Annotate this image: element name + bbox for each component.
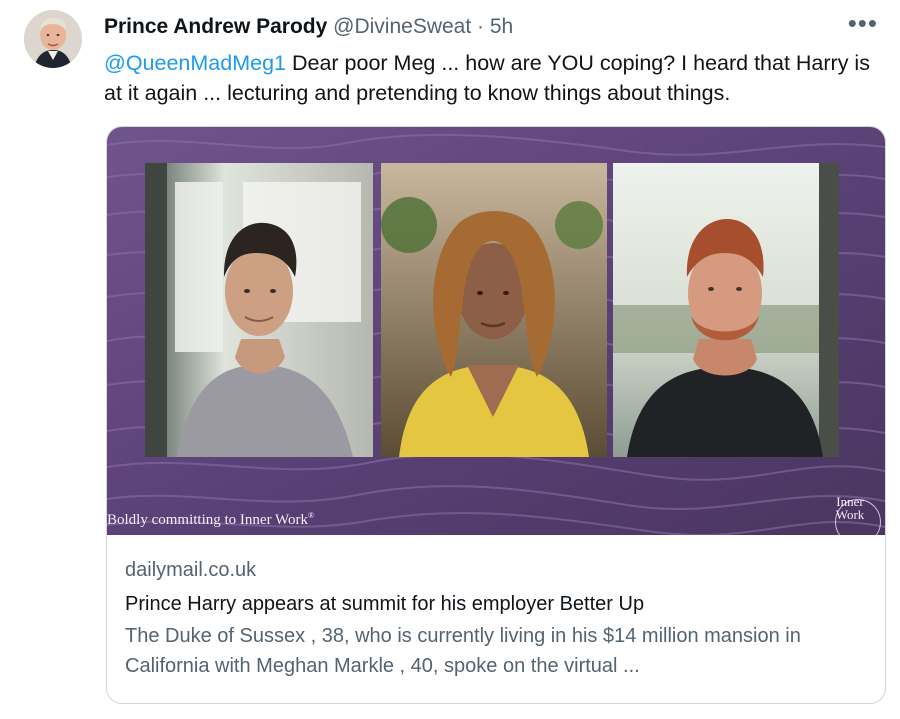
video-call-thumbnail <box>107 127 885 535</box>
tweet-mention[interactable]: @QueenMadMeg1 <box>104 51 286 75</box>
time-separator: · <box>477 15 485 38</box>
video-panel-left <box>145 163 373 457</box>
avatar-portrait-image <box>24 10 82 68</box>
card-title: Prince Harry appears at summit for his e… <box>125 593 645 615</box>
card-text-area[interactable]: dailymail.co.uk Prince Harry appears at … <box>125 557 870 681</box>
card-domain: dailymail.co.uk <box>125 559 257 581</box>
video-panel-center <box>381 163 607 457</box>
link-preview-card[interactable]: Boldly committing to Inner Work® Inner W… <box>106 126 886 704</box>
tweet-header: Prince Andrew Parody @DivineSweat · 5h <box>104 14 513 40</box>
card-image-brand: Inner Work <box>823 495 881 535</box>
video-panel-right <box>613 163 839 457</box>
author-handle[interactable]: @DivineSweat <box>333 15 471 38</box>
card-image[interactable]: Boldly committing to Inner Work® Inner W… <box>107 127 885 535</box>
card-image-caption: Boldly committing to Inner Work® <box>107 511 315 528</box>
brand-ring-icon <box>835 499 881 535</box>
author-name[interactable]: Prince Andrew Parody <box>104 15 327 38</box>
tweet-time[interactable]: 5h <box>490 15 513 38</box>
more-horizontal-icon[interactable]: ••• <box>848 8 878 39</box>
author-avatar[interactable] <box>24 10 82 68</box>
tweet-text: @QueenMadMeg1 Dear poor Meg ... how are … <box>104 48 874 108</box>
registered-mark: ® <box>308 511 315 520</box>
card-description: The Duke of Sussex , 38, who is currentl… <box>125 625 801 677</box>
